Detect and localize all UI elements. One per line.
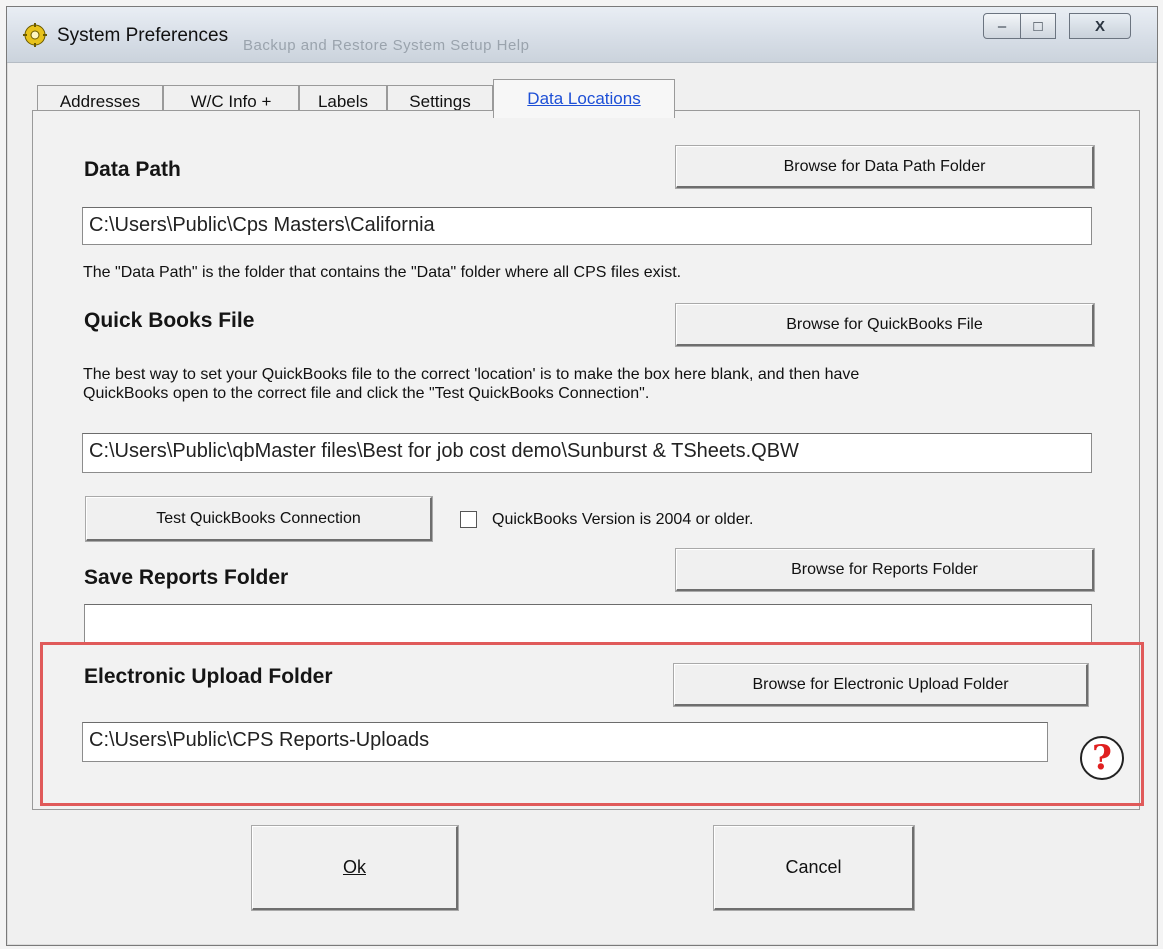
minimize-icon: –	[997, 17, 1007, 35]
browse-quickbooks-button[interactable]: Browse for QuickBooks File	[676, 304, 1094, 346]
close-icon: X	[1094, 17, 1105, 35]
cancel-button[interactable]: Cancel	[714, 826, 914, 910]
window-title: System Preferences	[57, 25, 229, 46]
help-icon[interactable]: ?	[1080, 736, 1124, 780]
browse-upload-button[interactable]: Browse for Electronic Upload Folder	[674, 664, 1088, 706]
close-button[interactable]: X	[1069, 13, 1131, 39]
save-reports-heading: Save Reports Folder	[84, 566, 289, 589]
electronic-upload-field[interactable]: C:\Users\Public\CPS Reports-Uploads	[82, 722, 1048, 762]
minimize-button[interactable]: –	[983, 13, 1021, 39]
browse-data-path-button[interactable]: Browse for Data Path Folder	[676, 146, 1094, 188]
save-reports-field[interactable]	[84, 604, 1092, 644]
maximize-icon: □	[1033, 17, 1043, 35]
background-menu-ghost: Backup and Restore System Setup Help	[243, 37, 530, 54]
quickbooks-version-checkbox[interactable]	[460, 511, 477, 528]
electronic-upload-heading: Electronic Upload Folder	[84, 665, 333, 688]
browse-reports-button[interactable]: Browse for Reports Folder	[676, 549, 1094, 591]
quickbooks-file-field[interactable]: C:\Users\Public\qbMaster files\Best for …	[82, 433, 1092, 473]
maximize-button[interactable]: □	[1020, 13, 1056, 39]
quickbooks-version-label: QuickBooks Version is 2004 or older.	[492, 511, 754, 528]
data-path-description: The "Data Path" is the folder that conta…	[83, 264, 682, 281]
data-path-field[interactable]: C:\Users\Public\Cps Masters\California	[82, 207, 1092, 245]
test-quickbooks-connection-button[interactable]: Test QuickBooks Connection	[86, 497, 432, 541]
title-bar[interactable]: System Preferences Backup and Restore Sy…	[7, 7, 1157, 63]
ok-button[interactable]: Ok	[252, 826, 458, 910]
quickbooks-description-line2: QuickBooks open to the correct file and …	[83, 385, 650, 402]
quickbooks-description-line1: The best way to set your QuickBooks file…	[83, 366, 860, 383]
gear-icon	[23, 23, 47, 47]
tab-data-locations[interactable]: Data Locations	[493, 79, 675, 118]
data-path-heading: Data Path	[84, 158, 181, 181]
quickbooks-heading: Quick Books File	[84, 309, 255, 332]
